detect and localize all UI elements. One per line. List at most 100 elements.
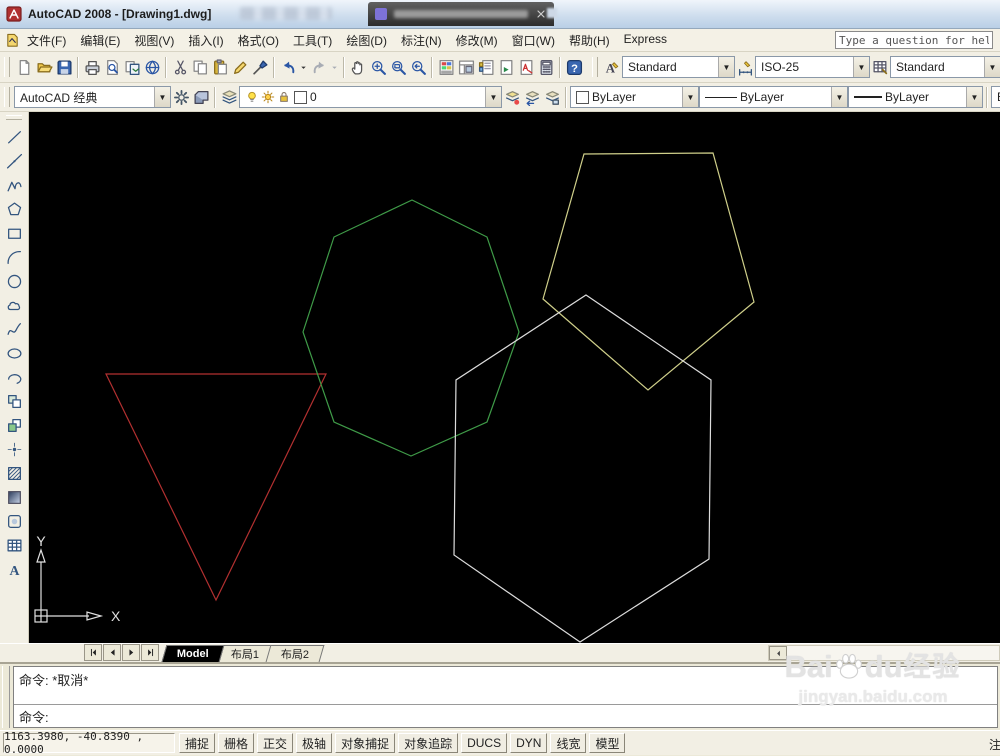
tab-布局2[interactable]: 布局2 xyxy=(265,645,325,662)
dim-style-dropdown[interactable]: ISO-25 ▼ xyxy=(755,56,870,78)
background-app-tab[interactable] xyxy=(368,2,554,26)
menu-item[interactable]: 插入(I) xyxy=(181,30,230,51)
tab-prev-button[interactable] xyxy=(103,644,121,661)
layer-make-current-button[interactable] xyxy=(502,86,522,108)
polygon-button[interactable] xyxy=(2,197,26,221)
arc-button[interactable] xyxy=(2,245,26,269)
undo-button[interactable] xyxy=(278,56,298,78)
menu-item[interactable]: 修改(M) xyxy=(449,30,505,51)
menu-item[interactable]: 视图(V) xyxy=(127,30,181,51)
command-input-line[interactable]: 命令: xyxy=(14,705,997,727)
layers-icon[interactable] xyxy=(219,86,239,108)
status-toggle-对象捕捉[interactable]: 对象捕捉 xyxy=(335,733,396,753)
text-style-dropdown[interactable]: Standard ▼ xyxy=(622,56,735,78)
quickcalc-button[interactable] xyxy=(536,56,556,78)
paste-button[interactable] xyxy=(210,56,230,78)
lineweight-dropdown[interactable]: ByLayer ▼ xyxy=(848,86,983,108)
status-toggle-捕捉[interactable]: 捕捉 xyxy=(179,733,216,753)
hatch-button[interactable] xyxy=(2,461,26,485)
status-toggle-对象追踪[interactable]: 对象追踪 xyxy=(398,733,459,753)
point-button[interactable] xyxy=(2,437,26,461)
line-button[interactable] xyxy=(2,125,26,149)
copy-button[interactable] xyxy=(190,56,210,78)
cut-button[interactable] xyxy=(170,56,190,78)
ellipse-button[interactable] xyxy=(2,341,26,365)
matchprop-button[interactable] xyxy=(250,56,270,78)
red-triangle[interactable] xyxy=(105,373,327,602)
menu-item[interactable]: 文件(F) xyxy=(20,30,73,51)
gradient-button[interactable] xyxy=(2,485,26,509)
save-button[interactable] xyxy=(54,56,74,78)
new-file-button[interactable] xyxy=(14,56,34,78)
polyline-button[interactable] xyxy=(2,173,26,197)
layer-previous-button[interactable] xyxy=(522,86,542,108)
chevron-down-icon[interactable]: ▼ xyxy=(831,87,847,107)
toolbar-grip[interactable] xyxy=(4,57,10,77)
plot-style-dropdown-clipped[interactable]: B xyxy=(991,86,1000,108)
dropdown-gray-button[interactable] xyxy=(329,56,340,78)
help-question-input[interactable] xyxy=(835,31,993,49)
status-toggle-栅格[interactable]: 栅格 xyxy=(218,733,255,753)
ellipse-arc-button[interactable] xyxy=(2,365,26,389)
menu-item[interactable]: 窗口(W) xyxy=(505,30,562,51)
color-dropdown[interactable]: ByLayer ▼ xyxy=(570,86,699,108)
insert-block-button[interactable] xyxy=(2,389,26,413)
toolbar-grip[interactable] xyxy=(6,115,22,120)
markup-button[interactable] xyxy=(516,56,536,78)
tab-next-button[interactable] xyxy=(122,644,140,661)
chevron-down-icon[interactable]: ▼ xyxy=(853,57,869,77)
menu-item[interactable]: 工具(T) xyxy=(286,30,339,51)
workspace-dropdown[interactable]: AutoCAD 经典 ▼ xyxy=(14,86,171,108)
drawing-canvas[interactable]: Y X xyxy=(29,112,1000,643)
scroll-left-button[interactable] xyxy=(769,646,787,660)
status-toggle-模型[interactable]: 模型 xyxy=(589,733,626,753)
toolbar-grip[interactable] xyxy=(4,87,10,107)
command-text-area[interactable]: 命令: *取消* 命令: xyxy=(13,666,998,728)
rectangle-button[interactable] xyxy=(2,221,26,245)
menu-item[interactable]: 编辑(E) xyxy=(73,30,127,51)
green-octagon[interactable] xyxy=(302,199,520,457)
menu-item[interactable]: 格式(O) xyxy=(231,30,286,51)
layer-states-button[interactable] xyxy=(542,86,562,108)
tab-model[interactable]: Model xyxy=(161,645,225,662)
status-toggle-DYN[interactable]: DYN xyxy=(510,733,548,753)
chevron-down-icon[interactable]: ▼ xyxy=(682,87,698,107)
designcenter-button[interactable] xyxy=(456,56,476,78)
table-button[interactable] xyxy=(2,533,26,557)
tab-last-button[interactable] xyxy=(141,644,159,661)
command-window-grip[interactable] xyxy=(2,666,10,728)
circle-button[interactable] xyxy=(2,269,26,293)
sheetset-button[interactable] xyxy=(496,56,516,78)
revcloud-button[interactable] xyxy=(2,293,26,317)
zoom-previous-button[interactable] xyxy=(408,56,428,78)
mtext-button[interactable]: A xyxy=(2,557,26,581)
redo-button[interactable] xyxy=(309,56,329,78)
workspace-button[interactable] xyxy=(191,86,211,108)
horizontal-scrollbar[interactable] xyxy=(768,645,1000,661)
zoom-realtime-button[interactable] xyxy=(368,56,388,78)
dim-style-icon[interactable] xyxy=(735,56,755,78)
make-block-button[interactable] xyxy=(2,413,26,437)
menu-item[interactable]: 绘图(D) xyxy=(339,30,394,51)
tab-first-button[interactable] xyxy=(84,644,102,661)
zoom-window-button[interactable] xyxy=(388,56,408,78)
help-button[interactable]: ? xyxy=(564,56,584,78)
spline-button[interactable] xyxy=(2,317,26,341)
status-toggle-DUCS[interactable]: DUCS xyxy=(461,733,508,753)
plot-button[interactable] xyxy=(82,56,102,78)
menu-item[interactable]: 标注(N) xyxy=(394,30,449,51)
chevron-down-icon[interactable]: ▼ xyxy=(718,57,734,77)
open-button[interactable] xyxy=(34,56,54,78)
chevron-down-icon[interactable]: ▼ xyxy=(485,87,501,107)
chevron-down-icon[interactable]: ▼ xyxy=(154,87,170,107)
pencil-button[interactable] xyxy=(230,56,250,78)
chevron-down-icon[interactable]: ▼ xyxy=(984,57,1000,77)
layer-dropdown[interactable]: 0 ▼ xyxy=(239,86,502,108)
table-style-dropdown[interactable]: Standard ▼ xyxy=(890,56,1000,78)
toolbar-grip[interactable] xyxy=(592,57,598,77)
gear-button[interactable] xyxy=(171,86,191,108)
menu-item[interactable]: Express xyxy=(617,30,674,51)
publish-button[interactable] xyxy=(122,56,142,78)
yellow-pentagon[interactable] xyxy=(542,152,755,391)
chevron-down-icon[interactable]: ▼ xyxy=(966,87,982,107)
